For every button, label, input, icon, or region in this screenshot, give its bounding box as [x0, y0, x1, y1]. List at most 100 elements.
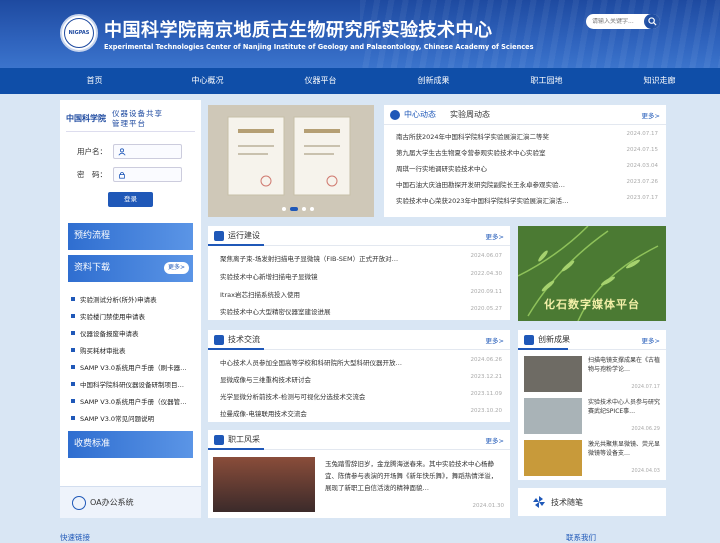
innovation-item[interactable]: 实验技术中心人员参与研究赛武纪SPICE事… 2024.06.29	[524, 396, 660, 436]
staff-title: 职工风采	[228, 435, 260, 444]
search-input[interactable]	[592, 18, 644, 25]
operation-item[interactable]: 实验技术中心大型精密仪器室建设进展 2020.05.27	[220, 306, 502, 316]
innovation-title: 创新成果	[538, 335, 570, 344]
tech-icon	[214, 334, 224, 345]
bullet-icon	[71, 313, 75, 318]
username-field[interactable]	[113, 144, 182, 159]
news-date: 2024.07.15	[626, 147, 659, 153]
innovation-date: 2024.06.29	[631, 426, 660, 432]
operation-item[interactable]: 聚焦离子束-场发射扫描电子显微镜（FIB-SEM）正式开放对… 2024.06.0…	[220, 253, 502, 263]
download-item[interactable]: SAMP V3.0常见问题说明	[68, 409, 193, 426]
site-header: NIGPAS 中国科学院南京地质古生物研究所实验技术中心 Experimenta…	[0, 0, 720, 68]
item-date: 2022.04.30	[470, 271, 503, 277]
operation-item[interactable]: Itrax岩芯扫描系统投入使用 2020.09.11	[220, 289, 502, 299]
tech-item[interactable]: 显微成像与三维重构技术研讨会 2023.12.21	[220, 374, 502, 384]
operation-icon	[214, 230, 224, 241]
item-title: 显微成像与三维重构技术研讨会	[220, 376, 311, 384]
news-panel: 中心动态 实验周动态 更多> 南古所获2024年中国科学院科学实验展演汇演二等奖…	[384, 105, 666, 217]
institute-logo[interactable]: NIGPAS	[60, 14, 98, 52]
nav-knowledge[interactable]: 知识走廊	[603, 68, 716, 94]
innovation-item[interactable]: 激光共聚焦显微镜、荧光显微镜等设备支… 2024.04.03	[524, 438, 660, 478]
item-title: 实验技术中心大型精密仪器室建设进展	[220, 308, 331, 316]
download-item[interactable]: SAMP V3.0系统用户手册（刷卡器…	[68, 358, 193, 375]
password-field[interactable]	[113, 167, 182, 182]
username-row: 用户名：	[77, 144, 182, 159]
innovation-more-link[interactable]: 更多>	[642, 335, 660, 345]
download-item[interactable]: 实验楼门禁使用申请表	[68, 307, 193, 324]
item-date: 2024.06.07	[470, 253, 503, 259]
nav-achievements[interactable]: 创新成果	[377, 68, 490, 94]
download-item-label: SAMP V3.0常见问题说明	[80, 414, 155, 423]
news-title: 中国石油大庆油田勘探开发研究院副院长王永卓参观实验…	[396, 181, 565, 189]
cas-logo: 中国科学院	[66, 113, 106, 123]
download-item-label: 实验测试分析(所外)申请表	[80, 295, 157, 304]
staff-panel: 职工风采 更多> 玉兔踏雪辞旧岁，金龙腾海送春来。其中实验技术中心杨静宜、陈倩参…	[208, 430, 510, 518]
news-item[interactable]: 实验技术中心荣获2023年中国科学院科学实验展演汇演活… 2023.07.17	[396, 195, 658, 205]
operation-title: 运行建设	[228, 231, 260, 240]
carousel-dot[interactable]	[290, 207, 298, 211]
search-box	[586, 14, 660, 29]
download-more-link[interactable]: 更多>	[163, 262, 189, 274]
download-banner[interactable]: 资料下载 更多>	[68, 255, 193, 282]
nav-home[interactable]: 首页	[38, 68, 151, 94]
download-item[interactable]: 实验测试分析(所外)申请表	[68, 290, 193, 307]
news-item[interactable]: 周琪一行实地调研实验技术中心 2024.03.04	[396, 163, 658, 173]
innovation-thumb	[524, 356, 582, 392]
oa-system-link[interactable]: OA办公系统	[60, 486, 201, 518]
download-item[interactable]: SAMP V3.0系统用户手册（仪器管…	[68, 392, 193, 409]
booking-banner[interactable]: 预约流程	[68, 223, 193, 250]
innovation-thumb	[524, 440, 582, 476]
tech-header: 技术交流 更多>	[208, 330, 510, 350]
tab-weekly-news[interactable]: 实验周动态	[450, 109, 490, 120]
operation-item[interactable]: 实验技术中心新增扫描电子显微镜 2022.04.30	[220, 271, 502, 281]
fees-banner[interactable]: 收费标准	[68, 431, 193, 458]
carousel-dot[interactable]	[310, 207, 314, 211]
download-item[interactable]: 中国科学院科研仪器设备研制项目…	[68, 375, 193, 392]
bullet-icon	[71, 364, 75, 369]
download-item[interactable]: 购买耗材审批表	[68, 341, 193, 358]
staff-more-link[interactable]: 更多>	[486, 435, 504, 445]
oa-icon	[72, 495, 86, 510]
tech-notes-link[interactable]: 技术随笔	[518, 488, 666, 516]
operation-more-link[interactable]: 更多>	[486, 231, 504, 241]
tech-more-link[interactable]: 更多>	[486, 335, 504, 345]
header-underline	[208, 448, 264, 450]
nav-about[interactable]: 中心概况	[151, 68, 264, 94]
item-title: 中心技术人员参加全国高等学校和科研院所大型科研仪器开放…	[220, 359, 402, 367]
booking-label: 预约流程	[74, 231, 111, 241]
nav-staff[interactable]: 职工园地	[490, 68, 603, 94]
news-item[interactable]: 第九届大学生古生物夏令营参观实验技术中心实验室 2024.07.15	[396, 147, 658, 157]
news-carousel[interactable]	[208, 105, 374, 217]
fossil-platform-banner[interactable]: 化石数字媒体平台	[518, 226, 666, 321]
staff-photo[interactable]	[213, 457, 315, 512]
login-button[interactable]: 登录	[108, 192, 153, 207]
tech-item[interactable]: 中心技术人员参加全国高等学校和科研院所大型科研仪器开放… 2024.06.26	[220, 357, 502, 367]
platform-title: 仪器设备共享管理平台	[112, 108, 163, 128]
bullet-icon	[71, 415, 75, 420]
tab-center-news[interactable]: 中心动态	[404, 109, 436, 120]
news-date: 2023.07.17	[626, 195, 659, 201]
tech-item[interactable]: 拉曼成像-电镜联用技术交流会 2023.10.20	[220, 408, 502, 418]
nav-instruments[interactable]: 仪器平台	[264, 68, 377, 94]
download-item-label: 实验楼门禁使用申请表	[80, 312, 145, 321]
tech-item[interactable]: 光学显微分析前技术-检测与可视化分选技术交流会 2023.11.09	[220, 391, 502, 401]
carousel-dot[interactable]	[302, 207, 306, 211]
username-label: 用户名：	[77, 147, 107, 156]
news-item[interactable]: 南古所获2024年中国科学院科学实验展演汇演二等奖 2024.07.17	[396, 131, 658, 141]
footer-contact[interactable]: 联系我们	[566, 532, 596, 543]
pinwheel-icon	[533, 496, 545, 508]
carousel-dot[interactable]	[282, 207, 286, 211]
news-item[interactable]: 中国石油大庆油田勘探开发研究院副院长王永卓参观实验… 2023.07.26	[396, 179, 658, 189]
news-date: 2023.07.26	[626, 179, 659, 185]
password-label: 密 码：	[77, 170, 107, 179]
news-more-link[interactable]: 更多>	[642, 110, 660, 120]
item-date: 2023.10.20	[470, 408, 503, 414]
staff-text[interactable]: 玉兔踏雪辞旧岁，金龙腾海送春来。其中实验技术中心杨静宜、陈倩参与表演的开场舞《新…	[325, 458, 503, 494]
password-row: 密 码：	[77, 167, 182, 182]
download-label: 资料下载	[74, 263, 111, 273]
search-button[interactable]	[644, 14, 660, 29]
footer-quick-links[interactable]: 快速链接	[60, 532, 90, 543]
innovation-item[interactable]: 扫描电镜支撑成果在《古植物与孢粉学论… 2024.07.17	[524, 354, 660, 394]
item-title: 实验技术中心新增扫描电子显微镜	[220, 273, 318, 281]
download-item[interactable]: 仪器设备报废申请表	[68, 324, 193, 341]
